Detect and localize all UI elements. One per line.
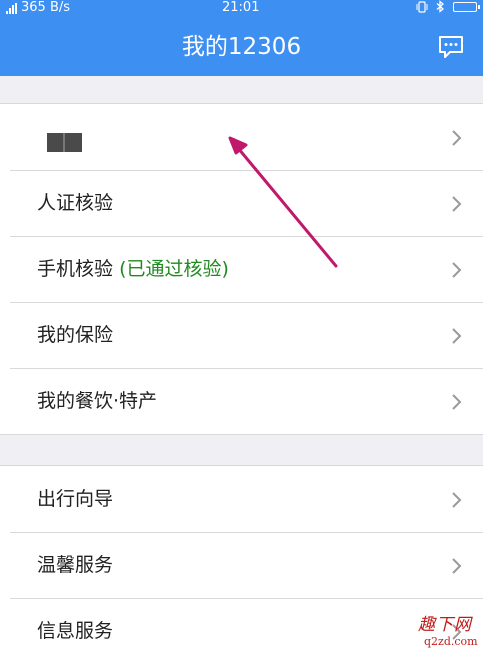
redacted-username xyxy=(47,133,82,152)
list-item-label: 我的餐饮·特产 xyxy=(37,390,158,412)
list-item-user-profile[interactable] xyxy=(0,104,483,170)
list-item-dining-specialty[interactable]: 我的餐饮·特产 xyxy=(0,368,483,434)
bluetooth-icon xyxy=(436,0,444,13)
signal-icon xyxy=(6,2,17,14)
list-item-label: 出行向导 xyxy=(37,488,114,510)
chevron-right-icon xyxy=(452,394,462,410)
list-item-id-verification[interactable]: 人证核验 xyxy=(0,170,483,236)
chat-bubble-icon[interactable] xyxy=(438,35,464,59)
watermark-url: q2zd.com xyxy=(424,635,478,648)
network-speed: 365 B/s xyxy=(21,0,71,15)
list-item-phone-verification[interactable]: 手机核验 (已通过核验) xyxy=(0,236,483,302)
watermark: 趣下网 q2zd.com xyxy=(418,615,480,655)
chevron-right-icon xyxy=(452,328,462,344)
clock: 21:01 xyxy=(222,0,260,15)
chevron-right-icon xyxy=(452,492,462,508)
app-header: 365 B/s 21:01 我的12306 xyxy=(0,0,483,76)
list-item-label: 我的保险 xyxy=(37,324,114,346)
list-item-label: 信息服务 xyxy=(37,620,114,642)
list-item-care-service[interactable]: 温馨服务 xyxy=(0,532,483,598)
chevron-right-icon xyxy=(452,558,462,574)
phone-verification-label: 手机核验 xyxy=(37,258,114,280)
vibrate-icon xyxy=(416,0,428,13)
list-item-label: 手机核验 (已通过核验) xyxy=(37,236,229,302)
verified-status: (已通过核验) xyxy=(119,258,229,280)
status-bar: 365 B/s 21:01 xyxy=(0,0,483,16)
list-item-label: 温馨服务 xyxy=(37,554,114,576)
list-item-travel-guide[interactable]: 出行向导 xyxy=(0,466,483,532)
watermark-logo-text: 趣下网 xyxy=(418,615,472,635)
battery-icon xyxy=(453,1,480,12)
services-section: 出行向导 温馨服务 信息服务 xyxy=(0,465,483,664)
page-title: 我的12306 xyxy=(181,34,302,60)
list-item-insurance[interactable]: 我的保险 xyxy=(0,302,483,368)
chevron-right-icon xyxy=(452,196,462,212)
chevron-right-icon xyxy=(452,130,462,146)
account-section: 人证核验 手机核验 (已通过核验) 我的保险 我的餐饮·特产 xyxy=(0,103,483,435)
chevron-right-icon xyxy=(452,262,462,278)
list-item-info-service[interactable]: 信息服务 xyxy=(0,598,483,664)
list-item-label: 人证核验 xyxy=(37,192,114,214)
